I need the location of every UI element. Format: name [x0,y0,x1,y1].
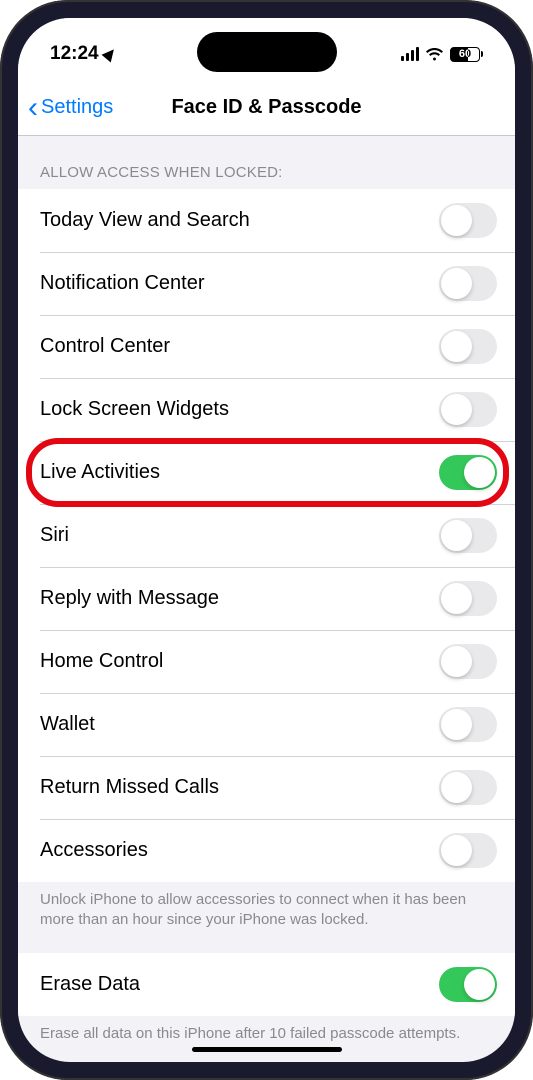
dynamic-island [197,32,337,72]
setting-row: Control Center [18,315,515,378]
reply-with-message-toggle[interactable] [439,581,497,616]
row-label: Lock Screen Widgets [40,398,229,421]
erase-data-group: Erase Data [18,953,515,1016]
row-label: Accessories [40,839,148,862]
toggle-knob [441,520,472,551]
accessories-toggle[interactable] [439,833,497,868]
setting-row: Notification Center [18,252,515,315]
today-view-toggle[interactable] [439,203,497,238]
chevron-back-icon: ‹ [28,93,38,123]
wallet-toggle[interactable] [439,707,497,742]
row-label: Home Control [40,650,163,673]
page-title: Face ID & Passcode [171,96,361,119]
live-activities-toggle[interactable] [439,455,497,490]
toggle-knob [441,268,472,299]
row-label: Return Missed Calls [40,776,219,799]
toggle-knob [464,969,495,1000]
section-header-allow-access: ALLOW ACCESS WHEN LOCKED: [18,136,515,189]
toggle-knob [441,646,472,677]
toggle-knob [441,205,472,236]
return-missed-calls-toggle[interactable] [439,770,497,805]
home-control-toggle[interactable] [439,644,497,679]
wifi-icon [425,47,444,61]
setting-row: Live Activities [18,441,515,504]
content-scroll[interactable]: ALLOW ACCESS WHEN LOCKED: Today View and… [18,136,515,1062]
toggle-knob [464,457,495,488]
back-button[interactable]: ‹ Settings [18,93,113,123]
row-label: Live Activities [40,461,160,484]
battery-level: 60 [459,48,471,60]
erase-data-toggle[interactable] [439,967,497,1002]
row-label: Control Center [40,335,170,358]
navigation-bar: ‹ Settings Face ID & Passcode [18,80,515,136]
setting-row: Siri [18,504,515,567]
lock-screen-widgets-toggle[interactable] [439,392,497,427]
row-label: Siri [40,524,69,547]
toggle-knob [441,709,472,740]
status-left: 12:24 [50,43,116,65]
allow-access-group: Today View and Search Notification Center… [18,189,515,882]
home-indicator[interactable] [192,1047,342,1052]
phone-frame: 12:24 60 ‹ [0,0,533,1080]
toggle-knob [441,394,472,425]
setting-row: Wallet [18,693,515,756]
siri-toggle[interactable] [439,518,497,553]
row-label: Notification Center [40,272,205,295]
setting-row: Today View and Search [18,189,515,252]
setting-row: Home Control [18,630,515,693]
setting-row: Erase Data [18,953,515,1016]
screen: 12:24 60 ‹ [18,18,515,1062]
erase-data-footer: Erase all data on this iPhone after 10 f… [18,1016,515,1063]
row-label: Wallet [40,713,95,736]
cellular-signal-icon [401,47,420,61]
notification-center-toggle[interactable] [439,266,497,301]
setting-row: Return Missed Calls [18,756,515,819]
setting-row: Lock Screen Widgets [18,378,515,441]
location-icon [101,46,118,63]
battery-icon: 60 [450,47,483,62]
status-right: 60 [401,47,484,62]
row-label: Reply with Message [40,587,219,610]
row-label: Today View and Search [40,209,250,232]
toggle-knob [441,835,472,866]
toggle-knob [441,331,472,362]
setting-row: Reply with Message [18,567,515,630]
control-center-toggle[interactable] [439,329,497,364]
toggle-knob [441,583,472,614]
toggle-knob [441,772,472,803]
back-label: Settings [41,96,113,119]
row-label: Erase Data [40,973,140,996]
status-time: 12:24 [50,43,99,65]
accessories-footer: Unlock iPhone to allow accessories to co… [18,882,515,953]
setting-row: Accessories [18,819,515,882]
